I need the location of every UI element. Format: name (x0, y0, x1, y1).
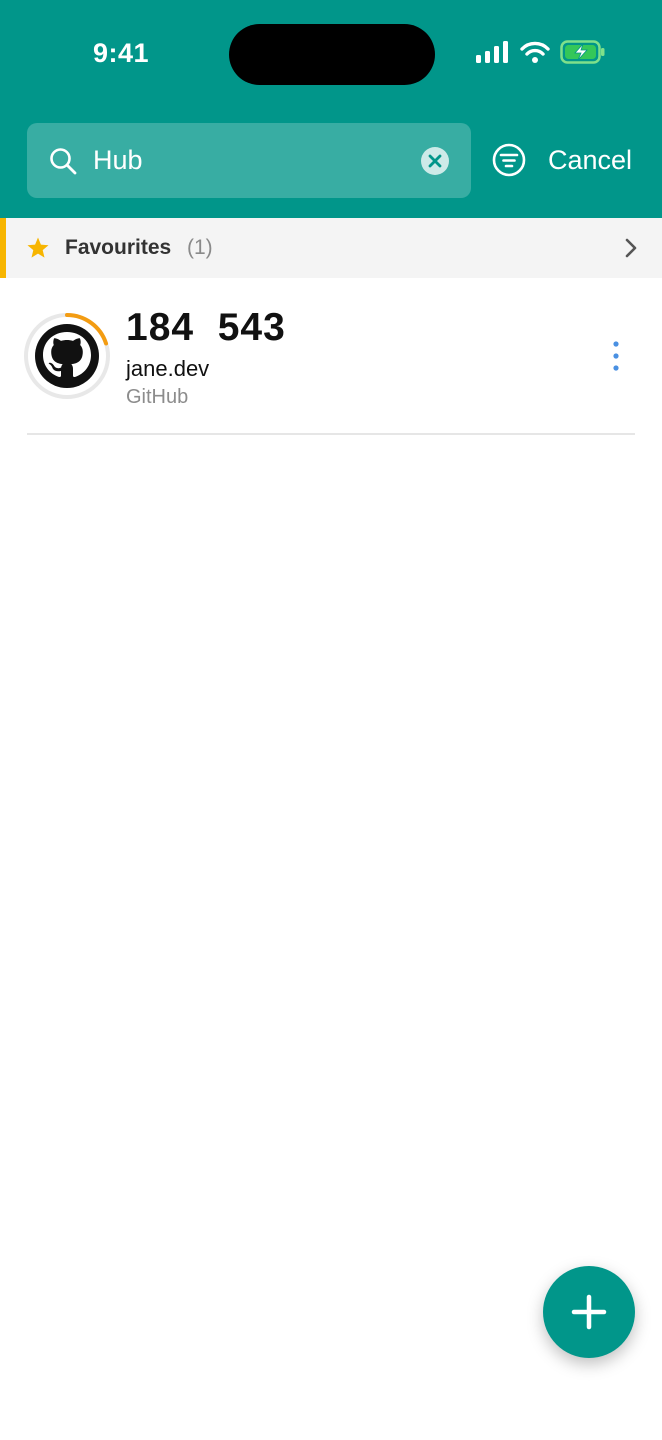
account-entry[interactable]: 184 543 jane.dev GitHub (0, 278, 662, 434)
add-account-button[interactable] (543, 1266, 635, 1358)
otp-code: 184 543 (126, 306, 286, 349)
github-logo-icon (24, 313, 110, 399)
clear-search-icon[interactable] (421, 147, 449, 175)
search-icon (50, 148, 77, 175)
battery-charging-icon (560, 40, 605, 64)
account-name: jane.dev (126, 356, 210, 381)
favourites-count: (1) (187, 236, 213, 259)
wifi-icon (520, 41, 550, 63)
chevron-right-icon (625, 238, 637, 258)
dynamic-island (229, 24, 435, 85)
favourites-row[interactable]: Favourites (1) (0, 218, 662, 278)
more-vertical-icon[interactable] (604, 340, 628, 372)
top-bar: 9:41 Hub Cancel (0, 0, 662, 218)
signal-icon (476, 41, 508, 63)
issuer-name: GitHub (126, 386, 189, 408)
status-icons (476, 40, 606, 64)
search-input[interactable] (93, 139, 393, 181)
search-box[interactable] (27, 123, 471, 198)
plus-icon (571, 1294, 607, 1330)
star-icon (27, 237, 49, 258)
favourites-label: Favourites (65, 236, 172, 259)
status-time: 9:41 (93, 38, 150, 68)
cancel-button[interactable]: Cancel (548, 145, 632, 176)
filter-icon[interactable] (492, 143, 526, 177)
entry-divider (27, 433, 635, 435)
